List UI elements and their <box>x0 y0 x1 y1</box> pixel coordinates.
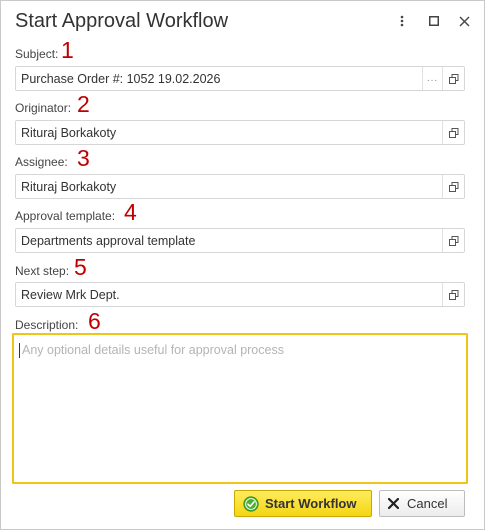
assignee-field[interactable]: Rituraj Borkakoty <box>15 174 465 199</box>
open-form-icon[interactable] <box>442 67 464 90</box>
open-form-icon[interactable] <box>442 283 464 306</box>
check-circle-icon <box>243 495 259 512</box>
cancel-button[interactable]: Cancel <box>379 490 465 517</box>
select-more-button[interactable]: ... <box>422 67 442 90</box>
annotation-marker-2: 2 <box>77 91 90 117</box>
approval-template-field[interactable]: Departments approval template <box>15 228 465 253</box>
start-workflow-label: Start Workflow <box>265 496 357 511</box>
more-vertical-icon[interactable] <box>392 11 412 31</box>
subject-label: Subject: <box>15 47 59 61</box>
close-icon[interactable] <box>454 11 474 31</box>
description-placeholder: Any optional details useful for approval… <box>22 343 284 357</box>
annotation-marker-3: 3 <box>77 145 90 171</box>
dialog-title: Start Approval Workflow <box>15 10 229 32</box>
text-cursor <box>19 343 20 358</box>
annotation-marker-1: 1 <box>61 37 74 63</box>
approval-workflow-dialog: Start Approval Workflow Subject: 1 Purch… <box>0 0 485 530</box>
assignee-label: Assignee: <box>15 155 68 169</box>
open-form-icon[interactable] <box>442 229 464 252</box>
annotation-marker-4: 4 <box>124 199 137 225</box>
x-icon <box>388 498 399 509</box>
annotation-marker-5: 5 <box>74 254 87 280</box>
originator-value: Rituraj Borkakoty <box>21 126 117 140</box>
cancel-label: Cancel <box>407 496 448 511</box>
originator-label: Originator: <box>15 101 72 115</box>
description-label: Description: <box>15 318 79 332</box>
approval-template-value: Departments approval template <box>21 234 196 248</box>
subject-value: Purchase Order #: 1052 19.02.2026 <box>21 72 221 86</box>
subject-field[interactable]: Purchase Order #: 1052 19.02.2026 ... <box>15 66 465 91</box>
assignee-value: Rituraj Borkakoty <box>21 180 117 194</box>
approval-template-label: Approval template: <box>15 209 116 223</box>
annotation-marker-6: 6 <box>88 308 101 334</box>
open-form-icon[interactable] <box>442 175 464 198</box>
open-form-icon[interactable] <box>442 121 464 144</box>
next-step-label: Next step: <box>15 264 70 278</box>
start-workflow-button[interactable]: Start Workflow <box>234 490 372 517</box>
next-step-field[interactable]: Review Mrk Dept. <box>15 282 465 307</box>
next-step-value: Review Mrk Dept. <box>21 288 120 302</box>
originator-field[interactable]: Rituraj Borkakoty <box>15 120 465 145</box>
description-textarea[interactable]: Any optional details useful for approval… <box>12 333 468 484</box>
maximize-icon[interactable] <box>424 11 444 31</box>
